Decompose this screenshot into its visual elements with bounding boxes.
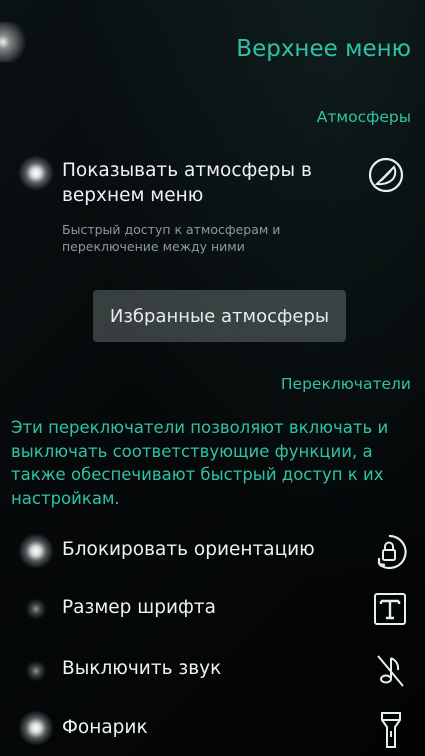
mute-icon: [373, 652, 407, 694]
atmospheres-toggle-title: Показывать атмосферы в верхнем меню: [62, 160, 312, 206]
font-size-icon: [373, 592, 407, 630]
font-size-indicator[interactable]: [26, 599, 46, 619]
flashlight-label: Фонарик: [62, 717, 148, 738]
mute-indicator[interactable]: [26, 661, 46, 681]
orientation-lock-label: Блокировать ориентацию: [62, 539, 315, 560]
pulley-menu-indicator[interactable]: [0, 22, 30, 62]
settings-screen: Верхнее меню Атмосферы Показывать атмосф…: [0, 0, 425, 756]
flashlight-icon: [378, 710, 404, 754]
orientation-lock-icon: [370, 533, 408, 575]
page-title: Верхнее меню: [236, 36, 411, 62]
mute-label: Выключить звук: [62, 658, 222, 679]
orientation-lock-indicator[interactable]: [18, 533, 54, 569]
section-header-switches: Переключатели: [280, 375, 411, 393]
favorite-atmospheres-button[interactable]: Избранные атмосферы: [93, 290, 346, 342]
flashlight-indicator[interactable]: [18, 710, 54, 746]
font-size-label: Размер шрифта: [62, 597, 216, 618]
atmospheres-toggle-description: Быстрый доступ к атмосферам и переключен…: [62, 222, 281, 254]
section-header-atmospheres: Атмосферы: [316, 108, 411, 126]
atmospheres-toggle-indicator[interactable]: [18, 155, 54, 191]
switches-description: Эти переключатели позволяют включать и в…: [11, 418, 389, 508]
atmosphere-icon: [366, 155, 406, 199]
